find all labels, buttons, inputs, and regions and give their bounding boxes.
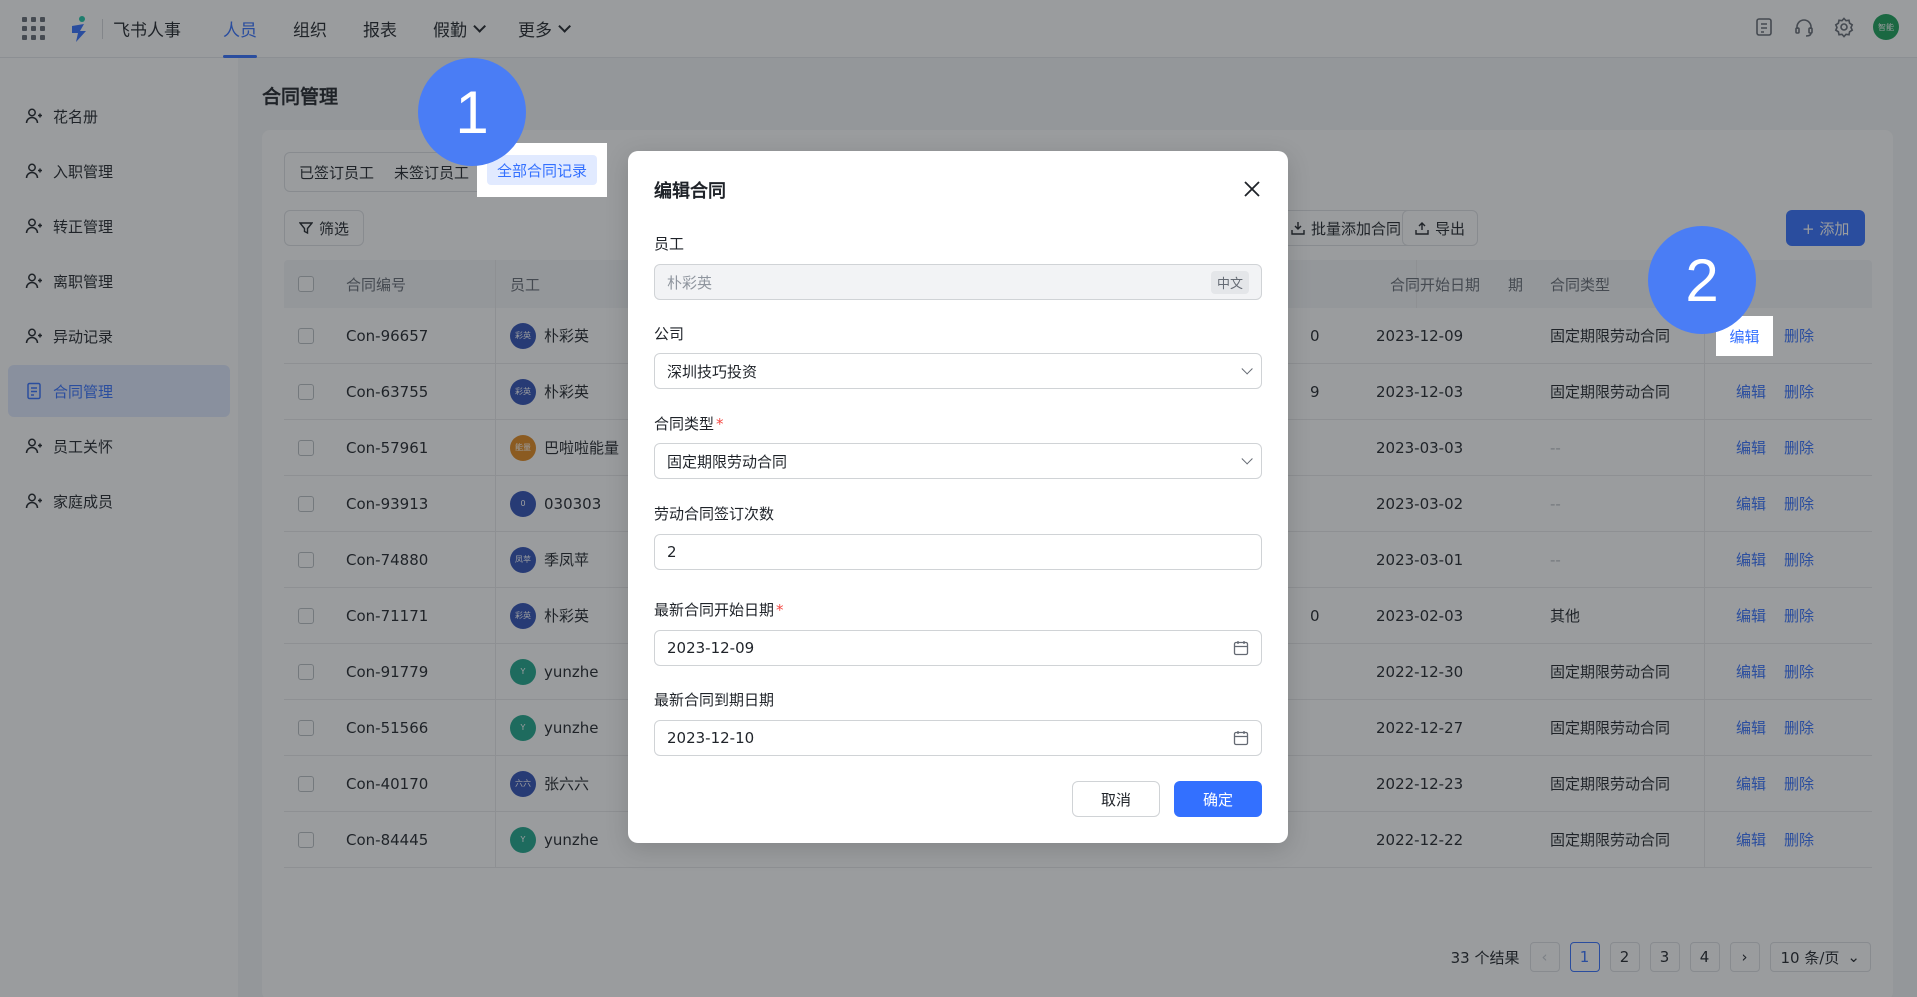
employee-value: 朴彩英 — [667, 273, 713, 292]
required-mark: * — [716, 415, 724, 433]
cancel-button[interactable]: 取消 — [1072, 781, 1160, 817]
sign-count-input[interactable]: 2 — [654, 534, 1262, 570]
calendar-icon — [1233, 641, 1249, 656]
contract-type-select[interactable]: 固定期限劳动合同 — [654, 443, 1262, 479]
company-value: 深圳技巧投资 — [667, 362, 758, 381]
employee-field: 朴彩英 中文 — [654, 264, 1262, 300]
sign-count-value: 2 — [667, 543, 677, 561]
end-date-picker[interactable]: 2023-12-10 — [654, 720, 1262, 756]
required-mark: * — [776, 601, 784, 619]
calendar-icon — [1233, 731, 1249, 746]
start-date-label-text: 最新合同开始日期 — [654, 601, 775, 619]
step-marker-2: 2 — [1648, 226, 1756, 334]
edit-contract-modal: 编辑合同 员工 朴彩英 中文 公司 深圳技巧投资 合同类型 * 固定期限劳动合同 … — [628, 151, 1288, 843]
contract-type-value: 固定期限劳动合同 — [667, 452, 788, 471]
sign-count-label: 劳动合同签订次数 — [654, 505, 775, 523]
chevron-down-icon — [1241, 363, 1253, 375]
company-label: 公司 — [654, 325, 685, 343]
language-tag: 中文 — [1210, 270, 1249, 294]
close-icon[interactable] — [1242, 179, 1262, 199]
contract-type-label-text: 合同类型 — [654, 415, 715, 433]
all-records-tab-highlighted: 全部合同记录 — [486, 155, 597, 185]
chevron-down-icon — [1241, 453, 1253, 465]
company-select[interactable]: 深圳技巧投资 — [654, 353, 1262, 389]
start-date-value: 2023-12-09 — [667, 639, 755, 657]
end-date-label: 最新合同到期日期 — [654, 691, 775, 709]
start-date-label: 最新合同开始日期 * — [654, 599, 784, 620]
confirm-button[interactable]: 确定 — [1174, 781, 1262, 817]
contract-type-label: 合同类型 * — [654, 413, 724, 434]
end-date-value: 2023-12-10 — [667, 729, 755, 747]
employee-label: 员工 — [654, 235, 685, 253]
modal-title: 编辑合同 — [654, 181, 726, 202]
step-marker-1: 1 — [418, 58, 526, 166]
start-date-picker[interactable]: 2023-12-09 — [654, 630, 1262, 666]
